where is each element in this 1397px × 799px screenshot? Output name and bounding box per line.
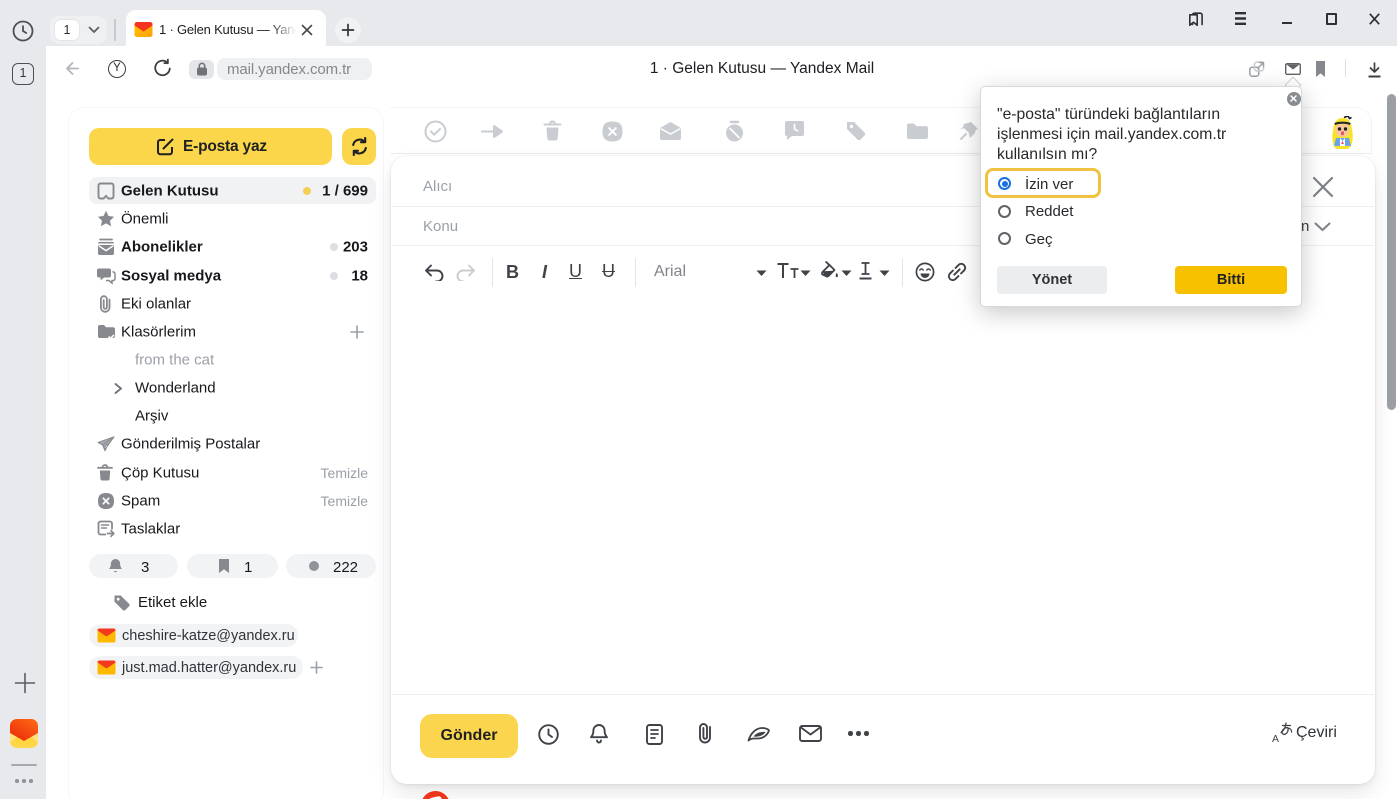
svg-text:A: A — [1272, 733, 1279, 744]
